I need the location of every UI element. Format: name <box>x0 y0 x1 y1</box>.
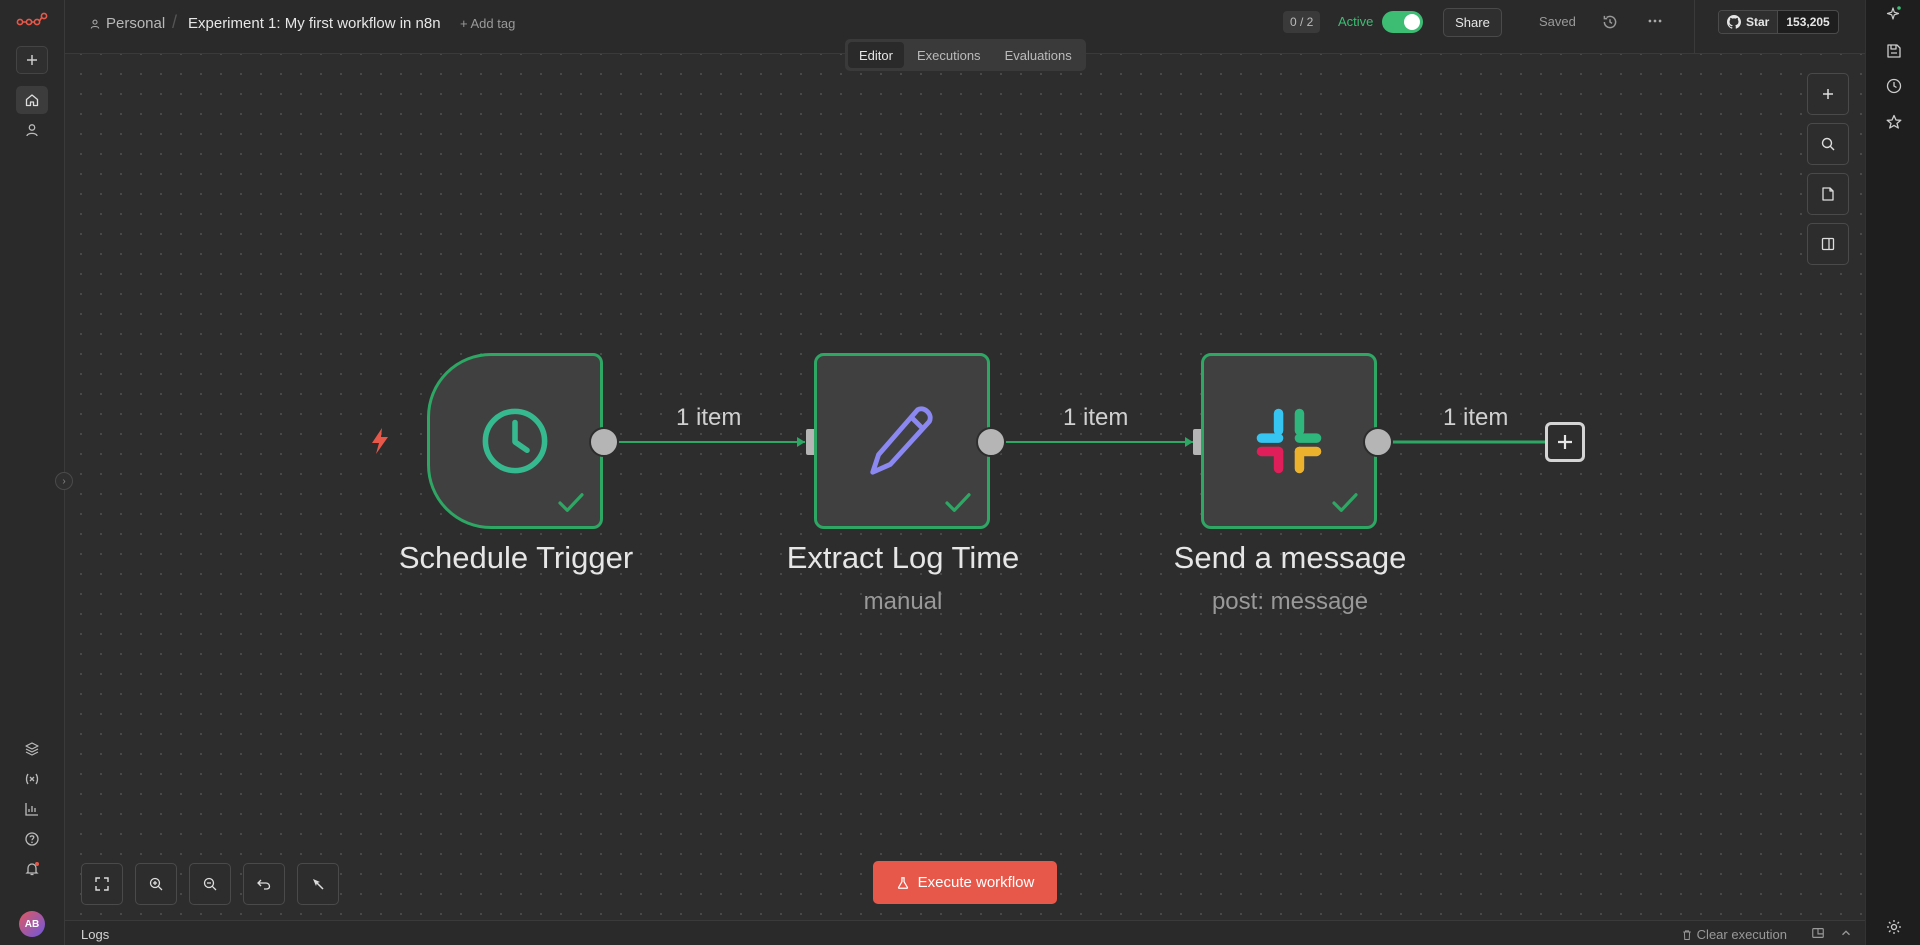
tab-executions[interactable]: Executions <box>906 42 992 68</box>
zoom-out-icon <box>203 877 217 891</box>
search-icon <box>1821 137 1835 151</box>
undo-icon <box>257 879 271 890</box>
toggle-panel-button[interactable] <box>1807 223 1849 265</box>
pencil-icon <box>870 406 933 475</box>
slack-icon <box>1256 408 1322 474</box>
trigger-lightning-icon <box>372 428 388 454</box>
search-button[interactable] <box>1807 123 1849 165</box>
output-handle[interactable] <box>1363 427 1393 457</box>
success-check-icon <box>558 493 584 512</box>
zoom-in-icon <box>149 877 163 891</box>
node-title: Send a message <box>1173 540 1407 575</box>
fit-view-button[interactable] <box>81 863 123 905</box>
open-nodes-panel-button[interactable] <box>1807 73 1849 115</box>
edge-item-count: 1 item <box>1443 404 1509 431</box>
add-node-button[interactable] <box>1545 422 1585 462</box>
tab-evaluations[interactable]: Evaluations <box>994 42 1083 68</box>
view-tabs: Editor Executions Evaluations <box>845 39 1086 71</box>
clear-execution-label: Clear execution <box>1696 927 1787 942</box>
tab-editor[interactable]: Editor <box>848 42 904 68</box>
zoom-out-button[interactable] <box>189 863 231 905</box>
pop-out-icon[interactable] <box>1811 926 1825 940</box>
tidy-up-button[interactable] <box>297 863 339 905</box>
tidy-up-wand-icon <box>313 879 324 890</box>
add-sticky-note-button[interactable] <box>1807 173 1849 215</box>
sidebar-collapse-chevron-icon[interactable]: › <box>55 472 73 490</box>
node-subtitle: post: message <box>1211 588 1369 615</box>
connection-2[interactable] <box>1005 437 1193 447</box>
output-handle[interactable] <box>976 427 1006 457</box>
node-subtitle: manual <box>863 588 943 615</box>
logs-panel-bar[interactable]: Logs Clear execution <box>65 920 1865 945</box>
node-schedule-trigger[interactable] <box>427 353 603 529</box>
zoom-in-button[interactable] <box>135 863 177 905</box>
output-handle[interactable] <box>589 427 619 457</box>
undo-button[interactable] <box>243 863 285 905</box>
sticky-note-icon <box>1822 187 1834 201</box>
connection-1[interactable] <box>618 437 805 447</box>
n8n-app: AB › Personal / Experiment 1: My first w… <box>0 0 1920 945</box>
chevron-up-icon[interactable] <box>1839 926 1853 940</box>
node-extract-log-time[interactable] <box>814 353 990 529</box>
clock-icon <box>482 408 548 474</box>
clear-execution-button[interactable]: Clear execution <box>1681 927 1787 942</box>
edge-item-count: 1 item <box>676 404 742 431</box>
panel-layout-icon <box>1821 237 1835 251</box>
node-send-a-message[interactable] <box>1201 353 1377 529</box>
node-title: Schedule Trigger <box>398 540 634 575</box>
logs-controls <box>1811 926 1853 940</box>
canvas-side-tools <box>1807 73 1849 265</box>
success-check-icon <box>945 493 971 512</box>
success-check-icon <box>1332 493 1358 512</box>
trash-icon <box>1682 929 1691 940</box>
execute-workflow-button[interactable]: Execute workflow <box>873 861 1057 904</box>
edge-item-count: 1 item <box>1063 404 1129 431</box>
execute-workflow-label: Execute workflow <box>917 874 1035 891</box>
plus-icon <box>1823 89 1833 99</box>
canvas-zoom-tools <box>81 863 339 905</box>
plus-icon <box>1558 435 1572 449</box>
node-title: Extract Log Time <box>786 540 1020 575</box>
flask-icon <box>897 876 908 889</box>
logs-label: Logs <box>81 927 110 942</box>
fit-view-icon <box>95 877 109 891</box>
